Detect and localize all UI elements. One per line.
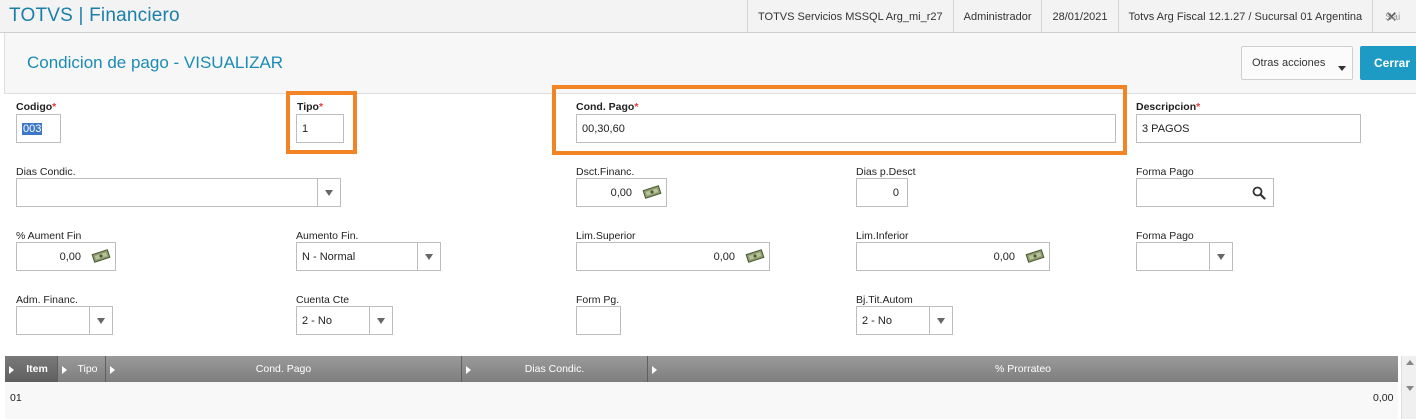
adm-financ-label: Adm. Financ. xyxy=(16,294,78,306)
aumento-fin-label: Aumento Fin. xyxy=(296,230,359,242)
codigo-value: 003 xyxy=(22,122,43,135)
forma-pago-label: Forma Pago xyxy=(1136,166,1194,178)
chevron-down-icon[interactable] xyxy=(369,307,392,334)
aument-fin-value: 0,00 xyxy=(59,250,81,263)
dias-p-desct-field[interactable]: 0 xyxy=(856,178,908,207)
bj-tit-autom-label: Bj.Tit.Autom xyxy=(856,294,913,306)
adm-financ-select[interactable] xyxy=(16,306,113,335)
col-dias-condic[interactable]: Dias Condic. xyxy=(461,356,647,382)
exit-label: Sai xyxy=(1385,10,1401,23)
money-icon[interactable] xyxy=(745,249,765,263)
chevron-down-icon[interactable] xyxy=(89,307,112,334)
lim-inferior-field[interactable]: 0,00 xyxy=(856,242,1050,271)
grid-scrollbar[interactable] xyxy=(1401,356,1416,419)
user-info: Administrador xyxy=(952,0,1042,33)
aument-fin-field[interactable]: 0,00 xyxy=(16,242,116,271)
session-info: TOTVS Servicios MSSQL Arg_mi_r27 Adminis… xyxy=(747,0,1404,33)
tipo-label: Tipo* xyxy=(297,101,324,113)
date-info: 28/01/2021 xyxy=(1041,0,1117,33)
descripcion-field[interactable]: 3 PAGOS xyxy=(1136,114,1361,143)
aumento-fin-select[interactable]: N - Normal xyxy=(296,242,441,271)
codigo-label: Codigo* xyxy=(16,101,57,113)
bj-tit-autom-select[interactable]: 2 - No xyxy=(856,306,953,335)
page-title: Condicion de pago - VISUALIZAR xyxy=(27,53,284,72)
other-actions-button[interactable]: Otras acciones xyxy=(1241,46,1353,80)
lim-inferior-value: 0,00 xyxy=(993,250,1015,263)
lim-superior-value: 0,00 xyxy=(713,250,735,263)
col-tipo[interactable]: Tipo xyxy=(57,356,105,382)
col-cond-pago[interactable]: Cond. Pago xyxy=(105,356,461,382)
cuenta-cte-value: 2 - No xyxy=(302,314,332,327)
lim-inferior-label: Lim.Inferior xyxy=(856,230,909,242)
exit-button[interactable]: ✕ Sai xyxy=(1372,0,1404,33)
search-icon[interactable] xyxy=(1252,186,1266,200)
chevron-down-icon[interactable] xyxy=(417,243,440,270)
forma-pago-search-field[interactable] xyxy=(1136,178,1274,207)
forma-pago-2-label: Forma Pago xyxy=(1136,230,1194,242)
chevron-down-icon[interactable] xyxy=(929,307,952,334)
server-info: TOTVS Servicios MSSQL Arg_mi_r27 xyxy=(747,0,953,33)
dias-p-desct-label: Dias p.Desct xyxy=(856,166,916,178)
top-bar: TOTVS | Financiero TOTVS Servicios MSSQL… xyxy=(0,0,1416,33)
cuenta-cte-select[interactable]: 2 - No xyxy=(296,306,393,335)
form-pg-field[interactable] xyxy=(576,306,621,335)
app-title: TOTVS | Financiero xyxy=(9,5,180,26)
chevron-down-icon[interactable] xyxy=(1209,243,1232,270)
tipo-field[interactable]: 1 xyxy=(296,114,344,143)
money-icon[interactable] xyxy=(1025,249,1045,263)
cond-pago-label: Cond. Pago* xyxy=(576,101,639,113)
aumento-fin-value: N - Normal xyxy=(302,250,356,263)
close-button[interactable]: Cerrar xyxy=(1360,46,1416,80)
cuenta-cte-label: Cuenta Cte xyxy=(296,294,350,306)
cond-pago-field[interactable]: 00,30,60 xyxy=(576,114,1116,143)
bj-tit-autom-value: 2 - No xyxy=(862,314,892,327)
grid-header: Item Tipo Cond. Pago Dias Condic. % Pror… xyxy=(5,356,1398,382)
forma-pago-2-select[interactable] xyxy=(1136,242,1233,271)
form-pg-label: Form Pg. xyxy=(576,294,620,306)
money-icon[interactable] xyxy=(642,185,662,199)
chevron-down-icon xyxy=(1338,66,1346,71)
lim-superior-label: Lim.Superior xyxy=(576,230,636,242)
other-actions-label: Otras acciones xyxy=(1252,57,1326,69)
lim-superior-field[interactable]: 0,00 xyxy=(576,242,770,271)
table-row-prorrateo[interactable]: 0,00 xyxy=(1373,392,1393,404)
dsct-financ-label: Dsct.Financ. xyxy=(576,166,635,178)
scroll-up-icon[interactable] xyxy=(1406,360,1414,365)
scroll-down-icon[interactable] xyxy=(1406,386,1414,391)
col-item[interactable]: Item xyxy=(5,356,57,382)
col-prorrateo[interactable]: % Prorrateo xyxy=(647,356,1398,382)
table-row-item[interactable]: 01 xyxy=(10,392,22,404)
money-icon[interactable] xyxy=(91,249,111,263)
chevron-down-icon[interactable] xyxy=(317,179,340,206)
codigo-field[interactable]: 003 xyxy=(16,114,61,143)
descripcion-label: Descripcion* xyxy=(1136,101,1201,113)
grid-body: 01 0,00 xyxy=(5,382,1398,419)
aument-fin-label: % Aument Fin xyxy=(16,230,82,242)
branch-info: Totvs Arg Fiscal 12.1.27 / Sucursal 01 A… xyxy=(1117,0,1373,33)
dias-condic-select[interactable] xyxy=(16,178,341,207)
dsct-financ-field[interactable]: 0,00 xyxy=(576,178,667,207)
dsct-financ-value: 0,00 xyxy=(610,186,632,199)
dias-condic-label: Dias Condic. xyxy=(16,166,76,178)
